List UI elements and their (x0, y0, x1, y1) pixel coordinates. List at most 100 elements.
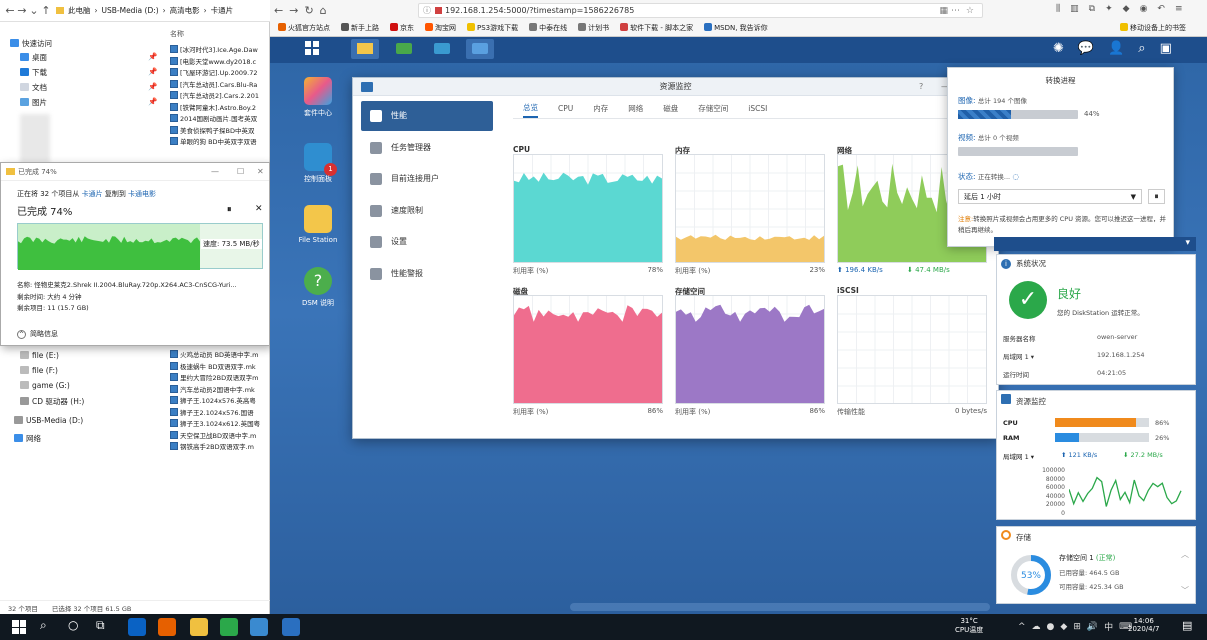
clock[interactable]: 14:06 2020/4/7 (1128, 617, 1159, 633)
cancel-copy-button[interactable]: ✕ (255, 204, 263, 214)
widgets-icon[interactable]: ▣ (1160, 41, 1172, 56)
nav-drive-e[interactable]: file (E:) (20, 351, 59, 364)
ime-icon[interactable]: 中 (1104, 620, 1113, 633)
nav-drive-g[interactable]: game (G:) (20, 381, 70, 394)
nav-pictures[interactable]: 图片 📌 (20, 97, 157, 110)
nav-drive-h[interactable]: CD 驱动器 (H:) (20, 396, 84, 409)
bookmark-item[interactable]: 软件下载 - 脚本之家 (620, 23, 693, 33)
edge-icon[interactable] (128, 618, 146, 636)
windows-start-icon[interactable] (12, 620, 26, 634)
chat-icon[interactable]: ● (1047, 622, 1055, 632)
firefox-icon[interactable] (158, 618, 176, 636)
home-icon[interactable]: ⌂ (320, 4, 327, 17)
file-row[interactable]: 狮子王2.1024x576.国语 (170, 407, 254, 417)
tab-0[interactable]: 总览 (523, 102, 538, 118)
file-row[interactable]: [汽车总动员].Cars.Blu-Ra (170, 79, 257, 89)
reload-icon[interactable]: ↻ (304, 4, 313, 17)
search-icon[interactable]: ⌕ (1138, 41, 1145, 56)
breadcrumb-folder[interactable]: 高清电影 (170, 5, 200, 16)
tab-4[interactable]: 磁盘 (663, 103, 678, 117)
desktop-icon-control-panel[interactable]: 1 控制面板 (288, 143, 348, 184)
url-bar[interactable]: ⓘ 192.168.1.254:5000/?timestamp=15862267… (418, 3, 983, 18)
file-row[interactable]: 单眼的狗 BD中英双字双语 (170, 136, 257, 146)
bookmark-item[interactable]: 新手上路 (341, 23, 379, 33)
bookmark-item[interactable]: 淘宝网 (425, 23, 456, 33)
close-button[interactable]: ✕ (257, 167, 264, 176)
chevron-up-icon[interactable]: ^ (1018, 622, 1026, 632)
source-link[interactable]: 卡通片 (82, 190, 103, 198)
bookmark-item[interactable]: MSDN, 我告诉你 (704, 23, 768, 33)
star-icon[interactable]: ☆ (966, 6, 974, 16)
main-menu-icon[interactable] (305, 41, 319, 55)
forward-icon[interactable]: → (289, 4, 298, 17)
mobile-bookmarks[interactable]: 移动设备上的书签 (1120, 23, 1186, 33)
quick-access[interactable]: 快速访问 (10, 38, 52, 51)
extension-icon[interactable]: ✦ (1105, 4, 1113, 14)
network-icon[interactable]: ⊞ (1073, 622, 1081, 632)
tab-1[interactable]: CPU (558, 104, 573, 116)
page-info-icon[interactable]: ⓘ (423, 5, 431, 16)
file-row[interactable]: 狮子王3.1024x612.英国粤 (170, 418, 260, 428)
file-row[interactable]: [电影天堂www.dy2018.c (170, 56, 256, 66)
synology-assistant-icon[interactable] (282, 618, 300, 636)
less-info-toggle[interactable]: ^ 简略信息 (17, 329, 58, 339)
nav-downloads[interactable]: 下载 📌 (20, 67, 157, 80)
nav-drive-f[interactable]: file (F:) (20, 366, 58, 379)
conversion-progress-icon[interactable]: ✺ (1053, 41, 1064, 56)
delay-select[interactable]: 延后 1 小时 ▼ (958, 189, 1142, 204)
forward-icon[interactable]: → (16, 4, 28, 17)
cortana-icon[interactable]: ○ (68, 618, 78, 632)
chevron-down-icon[interactable]: ﹀ (1181, 585, 1189, 596)
file-row[interactable]: 里约大冒险2BD双语双字m (170, 372, 258, 382)
tab-3[interactable]: 网络 (628, 103, 643, 117)
taskbar-control-panel[interactable] (428, 39, 456, 59)
nav-network[interactable]: 网络 (14, 433, 41, 446)
file-row[interactable]: 狮子王.1024x576.英高粤 (170, 395, 256, 405)
sidebar-item-speed-limit[interactable]: 速度限制 (361, 196, 493, 226)
taskbar-resource-monitor[interactable] (466, 39, 494, 59)
library-icon[interactable]: ⫼ (1056, 4, 1060, 14)
screenshot-icon[interactable]: ⧉ (1089, 4, 1095, 14)
taskbar-package-center[interactable] (390, 39, 418, 59)
bookmark-item[interactable]: 京东 (390, 23, 414, 33)
breadcrumb-pc[interactable]: 此电脑 (68, 5, 91, 16)
window-titlebar[interactable]: 资源监控 ? — (353, 78, 998, 96)
menu-icon[interactable]: ≡ (1175, 4, 1183, 14)
user-icon[interactable]: 👤 (1108, 41, 1124, 56)
nav-documents[interactable]: 文档 📌 (20, 82, 157, 95)
chevron-up-icon[interactable]: ︿ (1181, 549, 1189, 560)
file-row[interactable]: 2014国剧动画片.国考英双 (170, 113, 257, 123)
sidebar-item-performance[interactable]: 性能 (361, 101, 493, 131)
cloud-icon[interactable]: ☁ (1032, 622, 1041, 632)
file-row[interactable]: 钢铁高手2BD双语双字.m (170, 441, 254, 451)
nav-desktop[interactable]: 桌面 📌 (20, 52, 157, 65)
file-row[interactable]: 火鸡总动员 BD英语中字.m (170, 349, 258, 359)
lan-label[interactable]: 局域网 1 ▾ (1003, 351, 1034, 361)
action-center-icon[interactable]: ▤ (1182, 619, 1192, 632)
back-icon[interactable]: ← (274, 4, 283, 17)
breadcrumb-drive[interactable]: USB-Media (D:) (102, 6, 159, 15)
tab-2[interactable]: 内存 (593, 103, 608, 117)
bookmark-item[interactable]: 计划书 (578, 23, 609, 33)
file-row[interactable]: 天空保卫战BD双语中字.m (170, 430, 256, 440)
column-header-name[interactable]: 名称 (170, 29, 184, 39)
file-row[interactable]: [冰河时代3].Ice.Age.Daw (170, 44, 258, 54)
tab-5[interactable]: 存储空间 (698, 103, 728, 117)
back-icon[interactable]: ← (4, 4, 16, 17)
desktop-icon-package-center[interactable]: 套件中心 (288, 77, 348, 118)
help-button[interactable]: ? (919, 78, 923, 96)
chevron-down-icon[interactable]: ⌄ (28, 4, 40, 17)
file-row[interactable]: [汽车总动员2].Cars.2.201 (170, 90, 259, 100)
widget-settings-icon[interactable]: ▾ (1185, 238, 1190, 248)
pause-button[interactable]: ⏸ (227, 205, 232, 215)
file-row[interactable]: 极速蜗牛 BD双语双字.mk (170, 361, 256, 371)
bookmark-item[interactable]: 中泰在线 (529, 23, 567, 33)
cpu-temperature[interactable]: 31°C CPU温度 (955, 617, 983, 635)
search-icon[interactable]: ⌕ (40, 618, 47, 633)
file-row[interactable]: 美食侦探鸭子探BD中英双 (170, 125, 254, 135)
desktop-icon-file-station[interactable]: File Station (288, 205, 348, 244)
sync-icon[interactable]: ◉ (1140, 4, 1148, 14)
qr-icon[interactable]: ▦ (939, 6, 948, 16)
url-text[interactable]: 192.168.1.254:5000/?timestamp=1586226785 (445, 6, 634, 15)
sidebar-item-gear[interactable]: 设置 (361, 227, 493, 257)
